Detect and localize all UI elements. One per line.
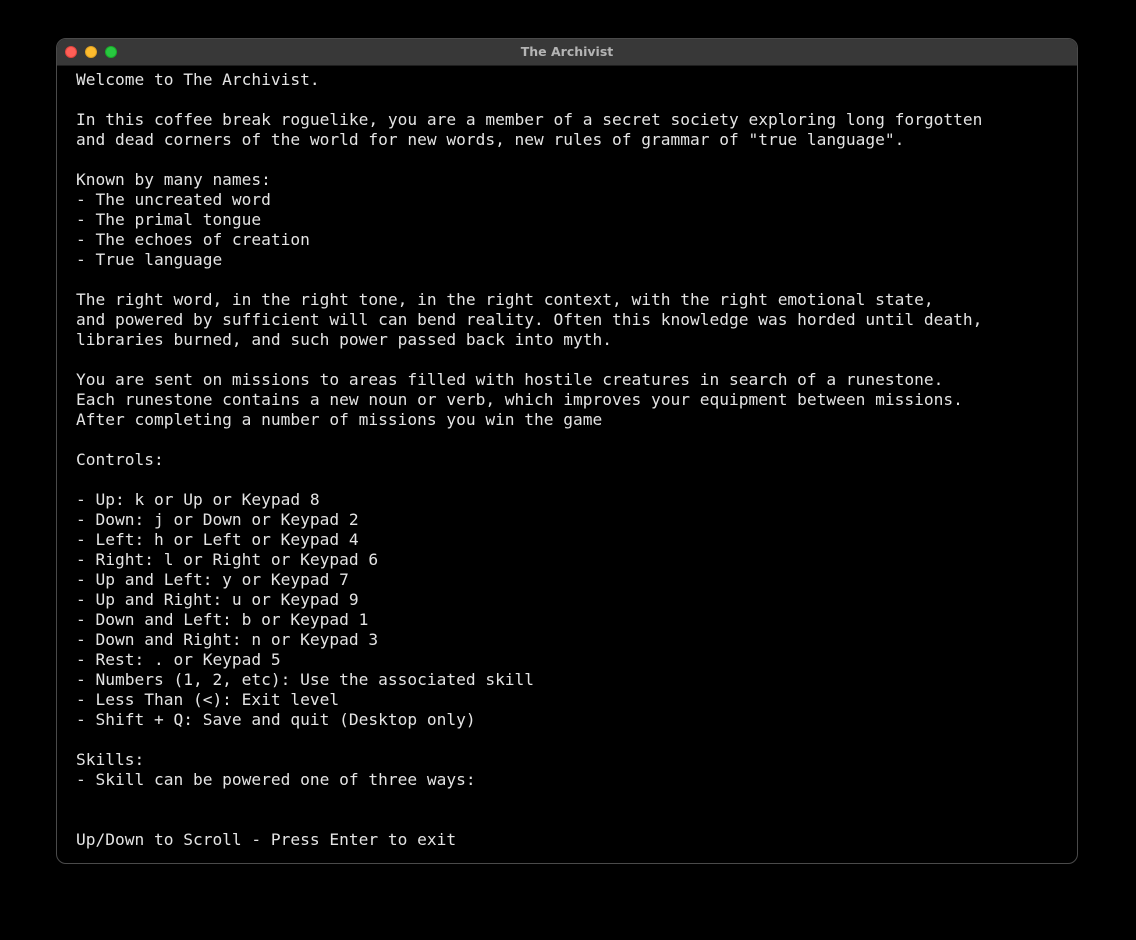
terminal-line: Each runestone contains a new noun or ve… [76, 390, 963, 409]
terminal-line: - Less Than (<): Exit level [76, 690, 340, 709]
terminal-line: After completing a number of missions yo… [76, 410, 603, 429]
terminal-line: - The uncreated word [76, 190, 271, 209]
terminal-line: - Up and Left: y or Keypad 7 [76, 570, 349, 589]
terminal-line: - Up and Right: u or Keypad 9 [76, 590, 359, 609]
terminal-line: - The echoes of creation [76, 230, 310, 249]
terminal-line: Up/Down to Scroll - Press Enter to exit [76, 830, 457, 849]
terminal-line: - Down and Left: b or Keypad 1 [76, 610, 369, 629]
terminal-screen[interactable]: Welcome to The Archivist. In this coffee … [76, 70, 1067, 855]
terminal-line: Skills: [76, 750, 145, 769]
terminal-line: Known by many names: [76, 170, 271, 189]
terminal-line: - Shift + Q: Save and quit (Desktop only… [76, 710, 476, 729]
terminal-line: - Left: h or Left or Keypad 4 [76, 530, 359, 549]
terminal-line: - Down: j or Down or Keypad 2 [76, 510, 359, 529]
terminal-window[interactable]: The Archivist Welcome to The Archivist. I… [56, 38, 1078, 864]
terminal-line: Controls: [76, 450, 164, 469]
terminal-line: - Numbers (1, 2, etc): Use the associate… [76, 670, 535, 689]
terminal-line: You are sent on missions to areas filled… [76, 370, 944, 389]
terminal-line: - Down and Right: n or Keypad 3 [76, 630, 379, 649]
terminal-line: - Up: k or Up or Keypad 8 [76, 490, 320, 509]
terminal-line: - Rest: . or Keypad 5 [76, 650, 281, 669]
terminal-line: - True language [76, 250, 223, 269]
window-title: The Archivist [520, 44, 614, 59]
terminal-line: In this coffee break roguelike, you are … [76, 110, 983, 129]
terminal-line: - Right: l or Right or Keypad 6 [76, 550, 379, 569]
title-bar[interactable]: The Archivist [57, 39, 1077, 66]
terminal-line: and dead corners of the world for new wo… [76, 130, 905, 149]
terminal-line: The right word, in the right tone, in th… [76, 290, 934, 309]
terminal-line: and powered by sufficient will can bend … [76, 310, 983, 329]
terminal-line: - The primal tongue [76, 210, 262, 229]
terminal-line: - Skill can be powered one of three ways… [76, 770, 476, 789]
terminal-line: Welcome to The Archivist. [76, 70, 320, 89]
terminal-line: libraries burned, and such power passed … [76, 330, 613, 349]
